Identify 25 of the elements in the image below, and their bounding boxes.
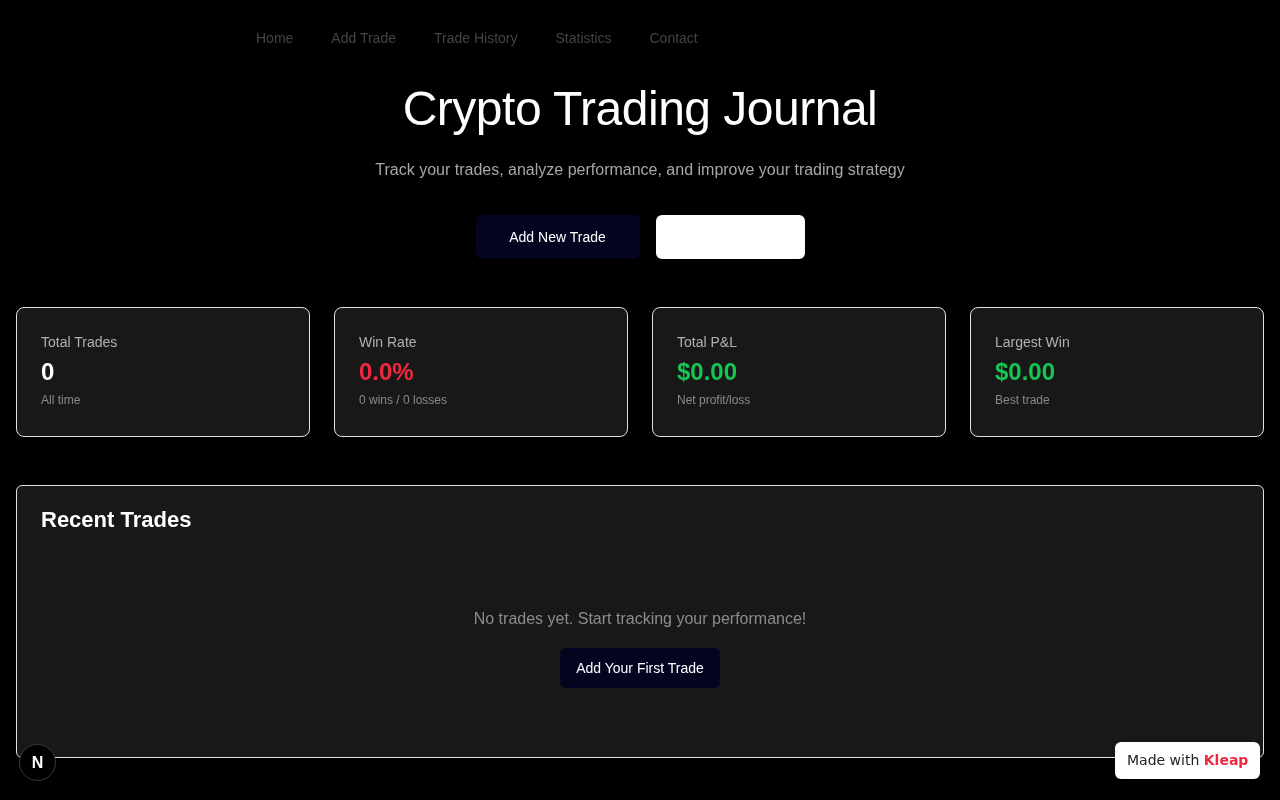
stat-value: $0.00 [995, 357, 1056, 387]
stat-label: Largest Win [995, 333, 1070, 351]
nav-link[interactable]: Statistics [555, 29, 612, 47]
stat-label: Total P&L [677, 333, 737, 351]
blank-button[interactable] [655, 215, 805, 259]
add-trade-button[interactable]: Add New Trade [475, 215, 640, 259]
panel-title: Recent Trades [41, 506, 192, 534]
stat-value: 0.0% [359, 357, 414, 387]
page-subtitle: Track your trades, analyze performance, and improve your trading strategy [375, 160, 905, 180]
nav-link[interactable]: Home [256, 29, 294, 47]
stat-note: 0 wins / 0 losses [359, 392, 448, 408]
stat-value: 0 [41, 357, 55, 387]
page-title: Crypto Trading Journal [402, 81, 878, 137]
stat-note: Net profit/loss [677, 392, 751, 408]
stat-label: Total Trades [41, 333, 118, 351]
nav-link[interactable]: Trade History [433, 29, 518, 47]
stat-value: $0.00 [677, 357, 738, 387]
stat-note: Best trade [995, 392, 1050, 408]
nav-link[interactable]: Add Trade [331, 29, 396, 47]
made-with-link[interactable]: Made with Kleap [1115, 742, 1261, 779]
stat-label: Win Rate [359, 333, 417, 351]
stat-note: All time [41, 392, 81, 408]
empty-message: No trades yet. Start tracking your performance! [473, 609, 807, 629]
nav-link[interactable]: Contact [649, 29, 698, 47]
add-trade-button[interactable]: Add Your First Trade [560, 648, 720, 688]
